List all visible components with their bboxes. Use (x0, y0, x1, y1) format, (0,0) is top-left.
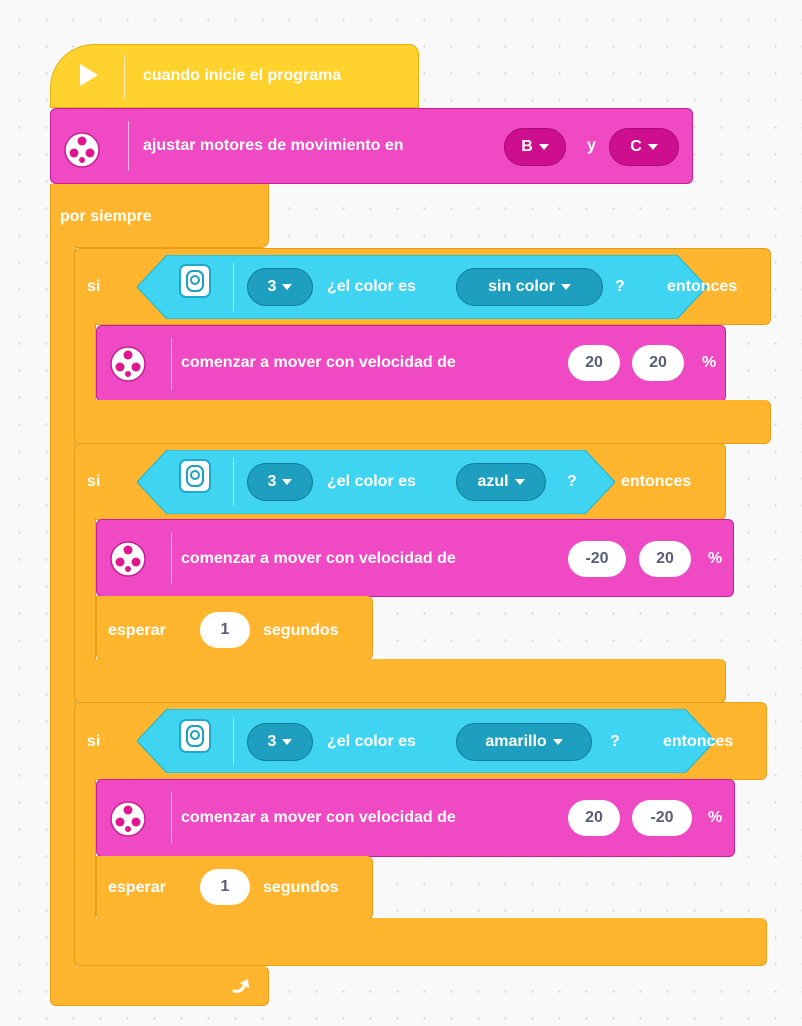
port-c-dropdown[interactable]: C (609, 128, 679, 166)
if-block-3-header[interactable]: si 3 ¿el color es amarillo ? entonces (74, 702, 767, 780)
percent-unit: % (708, 550, 723, 567)
wait-label: esperar (108, 879, 166, 896)
port-b-dropdown[interactable]: B (504, 128, 566, 166)
play-icon (80, 64, 98, 86)
seconds-unit: segundos (263, 879, 339, 896)
start-moving-block-3[interactable]: comenzar a mover con velocidad de 20 -20… (96, 779, 735, 857)
color-question: ¿el color es (327, 733, 416, 750)
sensor-port-value: 3 (267, 278, 277, 295)
left-speed-input[interactable]: 20 (568, 800, 620, 836)
move-label: comenzar a mover con velocidad de (181, 550, 456, 567)
if-block-3-footer (74, 918, 767, 966)
question-mark: ? (567, 473, 577, 490)
move-label: comenzar a mover con velocidad de (181, 354, 456, 371)
chevron-down-icon (538, 144, 549, 150)
if-block-3-arm (74, 778, 96, 920)
block-separator (233, 458, 234, 506)
chevron-down-icon (560, 284, 571, 290)
if-block-2-header[interactable]: si 3 ¿el color es azul ? entonces (74, 443, 726, 520)
sensor-port-dropdown[interactable]: 3 (247, 268, 313, 306)
chevron-down-icon (282, 479, 293, 485)
color-value: azul (477, 473, 509, 490)
port-c-value: C (630, 138, 642, 155)
start-moving-block-1[interactable]: comenzar a mover con velocidad de 20 20 … (96, 325, 726, 402)
if-block-2-arm (74, 518, 96, 660)
wait-block-2[interactable]: esperar 1 segundos (96, 856, 373, 920)
if-label: si (87, 278, 101, 295)
start-moving-block-2[interactable]: comenzar a mover con velocidad de -20 20… (96, 519, 734, 597)
percent-unit: % (708, 809, 723, 826)
percent-unit: % (702, 354, 717, 371)
move-label: comenzar a mover con velocidad de (181, 809, 456, 826)
block-separator (171, 338, 172, 390)
chevron-down-icon (282, 284, 293, 290)
block-separator (171, 532, 172, 584)
wait-seconds-input[interactable]: 1 (200, 612, 250, 648)
setup-label: ajustar motores de movimiento en (143, 137, 404, 154)
sensor-port-dropdown[interactable]: 3 (247, 723, 313, 761)
block-separator (128, 121, 129, 171)
motor-pair-icon (110, 801, 146, 837)
motor-pair-icon (110, 346, 146, 382)
wait-seconds-input[interactable]: 1 (200, 869, 250, 905)
if-label: si (87, 733, 101, 750)
color-sensor-icon (179, 719, 211, 753)
color-condition-hexagon[interactable] (137, 709, 715, 773)
color-value: sin color (488, 278, 555, 295)
sensor-port-value: 3 (267, 733, 277, 750)
left-speed-input[interactable]: 20 (568, 345, 620, 381)
setup-conjunction: y (587, 137, 596, 154)
if-block-2-footer (74, 659, 726, 703)
chevron-down-icon (552, 739, 563, 745)
block-separator (124, 55, 125, 99)
color-dropdown[interactable]: sin color (456, 268, 603, 306)
chevron-down-icon (514, 479, 525, 485)
color-value: amarillo (485, 733, 547, 750)
chevron-down-icon (647, 144, 658, 150)
color-dropdown[interactable]: azul (456, 463, 546, 501)
color-question: ¿el color es (327, 473, 416, 490)
question-mark: ? (610, 733, 620, 750)
motor-pair-icon (64, 132, 100, 168)
block-separator (171, 792, 172, 844)
port-b-value: B (521, 138, 533, 155)
forever-arm (50, 246, 76, 968)
seconds-unit: segundos (263, 622, 339, 639)
chevron-down-icon (282, 739, 293, 745)
block-separator (233, 717, 234, 765)
right-speed-input[interactable]: 20 (639, 541, 691, 577)
if-block-1-header[interactable]: si 3 ¿el color es sin color ? entonces (74, 248, 771, 325)
color-question: ¿el color es (327, 278, 416, 295)
sensor-port-value: 3 (267, 473, 277, 490)
color-sensor-icon (179, 264, 211, 298)
then-label: entonces (667, 278, 738, 295)
loop-arrow-icon (232, 979, 249, 993)
forever-label: por siempre (60, 208, 152, 225)
right-speed-input[interactable]: -20 (632, 800, 692, 836)
color-dropdown[interactable]: amarillo (456, 723, 592, 761)
then-label: entonces (663, 733, 734, 750)
wait-block-1[interactable]: esperar 1 segundos (96, 596, 373, 660)
forever-footer[interactable] (50, 966, 269, 1006)
sensor-port-dropdown[interactable]: 3 (247, 463, 313, 501)
right-speed-input[interactable]: 20 (632, 345, 684, 381)
block-separator (233, 263, 234, 311)
if-label: si (87, 473, 101, 490)
if-block-1-footer (74, 400, 771, 444)
left-speed-input[interactable]: -20 (568, 541, 626, 577)
question-mark: ? (615, 278, 625, 295)
set-movement-motors-block[interactable]: ajustar motores de movimiento en B y C (50, 108, 693, 184)
motor-pair-icon (110, 541, 146, 577)
then-label: entonces (621, 473, 692, 490)
color-sensor-icon (179, 459, 211, 493)
if-block-1-arm (74, 323, 96, 403)
when-program-starts-block[interactable]: cuando inicie el programa (50, 44, 419, 108)
forever-header[interactable]: por siempre (50, 184, 269, 248)
wait-label: esperar (108, 622, 166, 639)
hat-label: cuando inicie el programa (143, 67, 342, 84)
